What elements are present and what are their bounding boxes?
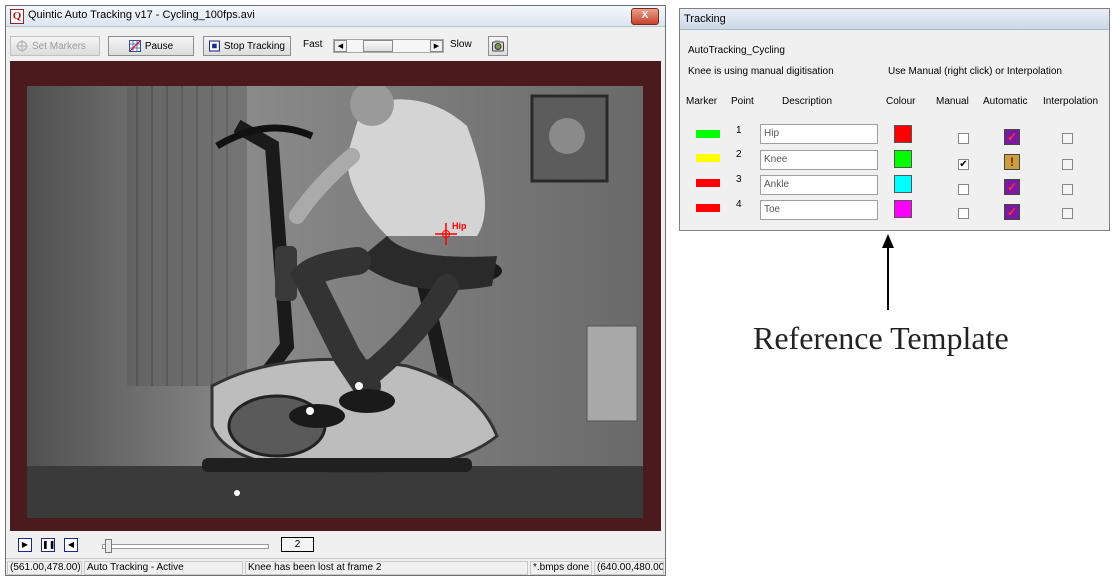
hip-marker-label: Hip — [452, 221, 467, 231]
stop-tracking-button[interactable]: Stop Tracking — [203, 36, 291, 56]
camera-button[interactable] — [488, 36, 508, 56]
camera-icon — [492, 40, 504, 52]
header-automatic: Automatic — [983, 96, 1028, 107]
pause-grid-icon — [128, 40, 141, 52]
tracking-panel-title: Tracking — [680, 9, 1109, 30]
colour-picker[interactable] — [894, 200, 912, 218]
automatic-status-icon[interactable]: ✓ — [1004, 129, 1020, 145]
status-bmps: *.bmps done — [530, 561, 592, 575]
marker-swatch — [696, 130, 720, 138]
tracking-panel: Tracking AutoTracking_Cycling Knee is us… — [679, 8, 1110, 231]
tracking-info: Knee is using manual digitisation — [688, 66, 834, 77]
header-point: Point — [731, 96, 754, 107]
speed-slider-thumb[interactable] — [362, 40, 393, 52]
frame-slider-thumb[interactable] — [105, 539, 113, 553]
manual-checkbox[interactable] — [958, 208, 969, 219]
description-field[interactable]: Ankle — [760, 175, 878, 195]
set-markers-label: Set Markers — [32, 40, 86, 52]
cycling-video-image: Hip — [27, 86, 643, 518]
set-markers-button[interactable]: Set Markers — [10, 36, 100, 56]
video-frame[interactable]: Hip — [27, 86, 643, 518]
interpolation-checkbox[interactable] — [1062, 133, 1073, 144]
target-icon — [16, 40, 28, 52]
header-interpolation: Interpolation — [1043, 96, 1099, 107]
stop-icon — [209, 40, 220, 52]
status-message: Knee has been lost at frame 2 — [245, 561, 528, 575]
window-title: Quintic Auto Tracking v17 - Cycling_100f… — [28, 9, 255, 21]
colour-picker[interactable] — [894, 175, 912, 193]
marker-swatch — [696, 204, 720, 212]
automatic-status-icon[interactable]: ✓ — [1004, 204, 1020, 220]
marker-swatch — [696, 154, 720, 162]
play-icon[interactable]: ▶ — [18, 538, 32, 552]
scroll-left-icon[interactable]: ◀ — [334, 40, 347, 52]
point-number: 3 — [736, 174, 742, 185]
reference-template-label: Reference Template — [753, 320, 1009, 356]
tracking-hint: Use Manual (right click) or Interpolatio… — [888, 66, 1062, 77]
header-marker: Marker — [686, 96, 718, 107]
interpolation-checkbox[interactable] — [1062, 159, 1073, 170]
colour-picker[interactable] — [894, 150, 912, 168]
colour-picker[interactable] — [894, 125, 912, 143]
pause-icon[interactable]: ❚❚ — [41, 538, 55, 552]
header-description: Description — [782, 96, 833, 107]
manual-checkbox[interactable] — [958, 184, 969, 195]
status-cursor-position: (561.00,478.00) — [7, 561, 82, 575]
tracking-name: AutoTracking_Cycling — [688, 45, 785, 56]
point-number: 4 — [736, 199, 742, 210]
description-field[interactable]: Toe — [760, 200, 878, 220]
arrow-up-icon — [882, 234, 894, 310]
pause-button[interactable]: Pause — [108, 36, 194, 56]
manual-checkbox[interactable] — [958, 133, 969, 144]
frame-number-box[interactable]: 2 — [281, 537, 314, 552]
speed-slider[interactable]: ◀ ▶ — [333, 39, 444, 53]
status-frame-size: (640.00,480.00) — [594, 561, 664, 575]
status-mode: Auto Tracking - Active — [84, 561, 243, 575]
title-bar: Q Quintic Auto Tracking v17 - Cycling_10… — [6, 6, 665, 27]
automatic-status-icon[interactable]: ✓ — [1004, 179, 1020, 195]
video-area: Hip — [10, 61, 661, 531]
playback-bar: ▶ ❚❚ ◀ 2 — [6, 536, 665, 556]
frame-slider-track[interactable] — [102, 544, 269, 549]
slow-label: Slow — [450, 39, 472, 50]
pause-label: Pause — [144, 40, 174, 52]
header-manual: Manual — [936, 96, 969, 107]
interpolation-checkbox[interactable] — [1062, 208, 1073, 219]
step-back-icon[interactable]: ◀ — [64, 538, 78, 552]
description-field[interactable]: Hip — [760, 124, 878, 144]
scroll-right-icon[interactable]: ▶ — [430, 40, 443, 52]
status-bar: (561.00,478.00) Auto Tracking - Active K… — [6, 558, 665, 577]
close-button[interactable]: X — [631, 8, 659, 25]
point-number: 2 — [736, 149, 742, 160]
fast-label: Fast — [303, 39, 323, 50]
interpolation-checkbox[interactable] — [1062, 184, 1073, 195]
manual-checkbox[interactable]: ✔ — [958, 159, 969, 170]
main-window: Q Quintic Auto Tracking v17 - Cycling_10… — [5, 5, 666, 576]
marker-swatch — [696, 179, 720, 187]
description-field[interactable]: Knee — [760, 150, 878, 170]
automatic-status-icon[interactable]: ! — [1004, 154, 1020, 170]
point-number: 1 — [736, 125, 742, 136]
header-colour: Colour — [886, 96, 916, 107]
app-icon: Q — [10, 9, 24, 24]
toolbar: Set Markers Pause Stop Tracking Fast ◀ ▶… — [6, 27, 665, 61]
stop-tracking-label: Stop Tracking — [223, 40, 285, 52]
